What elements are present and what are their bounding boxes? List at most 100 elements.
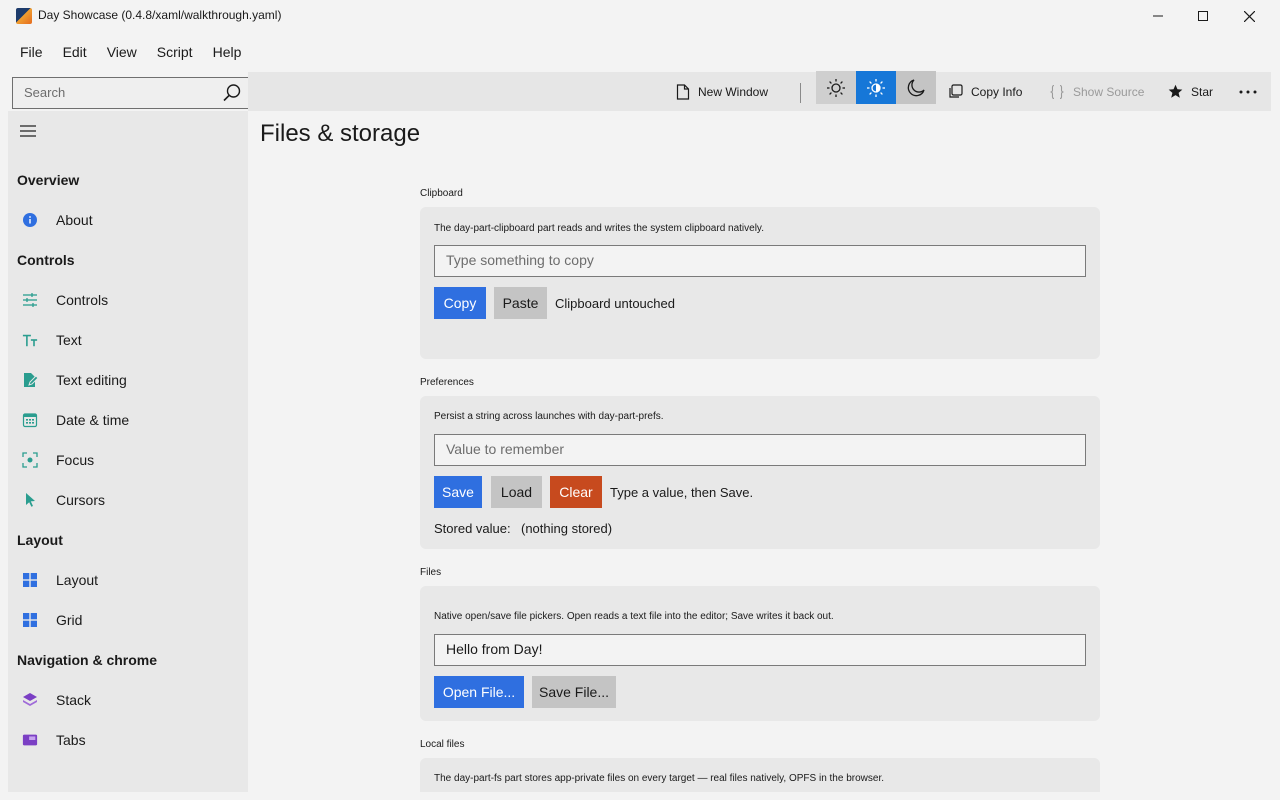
load-button[interactable]: Load (491, 476, 542, 508)
app-logo-icon (16, 8, 32, 24)
search-placeholder: Search (24, 85, 66, 100)
minimize-icon (1153, 15, 1163, 17)
stored-value: (nothing stored) (521, 521, 613, 536)
sidebar-item-label: Layout (56, 572, 99, 588)
sidebar-item-label: Focus (56, 452, 95, 468)
section-label-local-files: Local files (420, 739, 465, 750)
preferences-input[interactable]: Value to remember (434, 434, 1086, 466)
edit-document-icon (22, 372, 38, 388)
menu-file[interactable]: File (10, 36, 53, 68)
nav-header-navigation: Navigation & chrome (17, 652, 158, 668)
calendar-icon (22, 412, 38, 428)
menu-view[interactable]: View (97, 36, 147, 68)
section-label-files: Files (420, 567, 442, 578)
paste-button[interactable]: Paste (494, 287, 547, 319)
dark-theme-icon (907, 78, 925, 96)
search-icon[interactable] (222, 83, 242, 103)
sliders-icon (22, 292, 38, 308)
sidebar: Overview About Controls Controls Text Te… (8, 111, 248, 792)
section-label-clipboard: Clipboard (420, 188, 463, 199)
menu-script[interactable]: Script (147, 36, 203, 68)
sidebar-item-layout[interactable]: Layout (8, 560, 248, 600)
more-icon (1239, 90, 1257, 93)
light-theme-button[interactable] (816, 71, 856, 104)
sidebar-item-label: Tabs (56, 732, 86, 748)
new-window-button[interactable]: New Window (676, 72, 768, 111)
maximize-icon (1198, 11, 1208, 21)
close-icon (1243, 10, 1255, 22)
sidebar-item-label: Text (56, 332, 82, 348)
page-title: Files & storage (260, 120, 421, 147)
clear-button[interactable]: Clear (550, 476, 602, 508)
search-input[interactable]: Search (12, 77, 251, 109)
preferences-status: Type a value, then Save. (610, 485, 754, 500)
star-button[interactable]: Star (1168, 72, 1213, 111)
sidebar-item-date-time[interactable]: Date & time (8, 400, 248, 440)
auto-theme-icon (867, 78, 885, 97)
show-source-label: Show Source (1073, 84, 1145, 99)
minimize-button[interactable] (1135, 0, 1181, 32)
menu-edit[interactable]: Edit (53, 36, 97, 68)
stored-value-label: Stored value: (434, 521, 511, 536)
star-icon (1168, 84, 1183, 98)
new-window-icon (676, 83, 690, 100)
more-options-button[interactable] (1239, 72, 1265, 111)
sidebar-item-stack[interactable]: Stack (8, 680, 248, 720)
sidebar-item-label: Date & time (56, 412, 130, 428)
stack-icon (22, 692, 38, 708)
sidebar-item-label: Controls (56, 292, 109, 308)
clipboard-status: Clipboard untouched (555, 296, 675, 311)
preferences-card: Persist a string across launches with da… (420, 396, 1100, 549)
sidebar-item-label: Stack (56, 692, 92, 708)
cursor-icon (22, 492, 38, 508)
section-label-preferences: Preferences (420, 377, 474, 388)
menu-help[interactable]: Help (203, 36, 252, 68)
local-files-card: The day-part-fs part stores app-private … (420, 758, 1100, 792)
braces-icon (1050, 84, 1064, 99)
copy-icon (949, 84, 963, 98)
dark-theme-button[interactable] (896, 71, 936, 104)
copy-info-label: Copy Info (971, 84, 1023, 99)
sidebar-item-about[interactable]: About (8, 200, 248, 240)
sidebar-item-text[interactable]: Text (8, 320, 248, 360)
copy-info-button[interactable]: Copy Info (948, 72, 1022, 111)
sidebar-item-controls[interactable]: Controls (8, 280, 248, 320)
file-content-input[interactable]: Hello from Day! (434, 634, 1086, 666)
info-icon (22, 212, 38, 228)
sidebar-item-cursors[interactable]: Cursors (8, 480, 248, 520)
copy-button[interactable]: Copy (434, 287, 486, 319)
clipboard-input[interactable]: Type something to copy (434, 245, 1086, 277)
grid-icon (22, 612, 38, 628)
tabs-icon (22, 732, 38, 748)
show-source-button[interactable]: Show Source (1049, 72, 1144, 111)
clipboard-card: The day-part-clipboard part reads and wr… (420, 207, 1100, 359)
sidebar-item-label: Cursors (56, 492, 106, 508)
sidebar-item-focus[interactable]: Focus (8, 440, 248, 480)
auto-theme-button[interactable] (856, 71, 896, 104)
close-button[interactable] (1226, 0, 1272, 32)
nav-header-layout: Layout (17, 532, 63, 548)
clipboard-description: The day-part-clipboard part reads and wr… (434, 223, 764, 234)
focus-icon (22, 452, 38, 468)
layout-icon (22, 572, 38, 588)
hamburger-menu-icon[interactable] (19, 124, 37, 138)
open-file-button[interactable]: Open File... (434, 676, 524, 708)
toolbar-divider (800, 83, 801, 103)
new-window-label: New Window (698, 84, 769, 99)
sidebar-item-label: About (56, 212, 93, 228)
maximize-button[interactable] (1180, 0, 1226, 32)
preferences-description: Persist a string across launches with da… (434, 411, 664, 422)
save-button[interactable]: Save (434, 476, 482, 508)
files-description: Native open/save file pickers. Open read… (434, 611, 834, 622)
save-file-button[interactable]: Save File... (532, 676, 616, 708)
sidebar-item-tabs[interactable]: Tabs (8, 720, 248, 760)
menu-bar: File Edit View Script Help (0, 36, 251, 68)
sidebar-item-text-editing[interactable]: Text editing (8, 360, 248, 400)
nav-header-overview: Overview (17, 172, 80, 188)
local-files-description: The day-part-fs part stores app-private … (434, 773, 885, 784)
sidebar-item-grid[interactable]: Grid (8, 600, 248, 640)
light-theme-icon (827, 78, 845, 97)
sidebar-item-label: Grid (56, 612, 83, 628)
sidebar-item-label: Text editing (56, 372, 127, 388)
window-title: Day Showcase (0.4.8/xaml/walkthrough.yam… (38, 8, 282, 22)
